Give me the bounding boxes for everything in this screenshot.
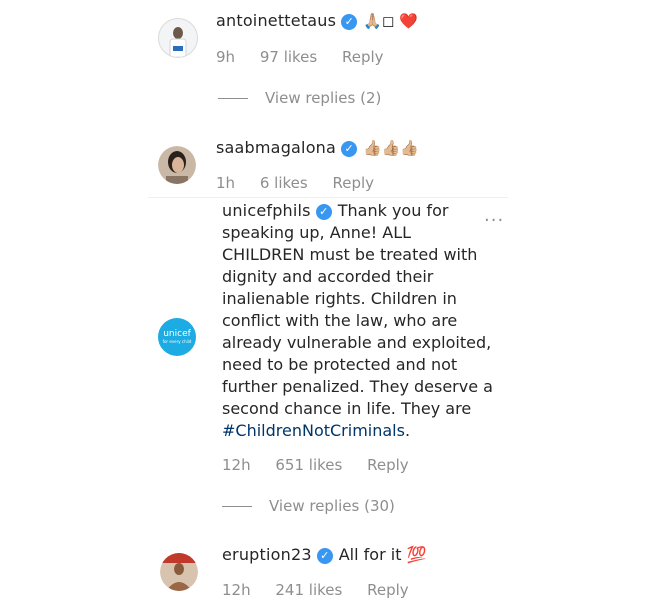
- username[interactable]: eruption23: [222, 545, 312, 564]
- like-count[interactable]: 97 likes: [260, 48, 317, 66]
- unicef-tagline: for every child: [162, 339, 192, 344]
- reply-button[interactable]: Reply: [367, 581, 409, 599]
- avatar[interactable]: [158, 18, 198, 58]
- hashtag-suffix: .: [404, 421, 411, 440]
- username[interactable]: antoinettetaus: [216, 11, 336, 30]
- comment-text-line: conflict with the law, who are: [222, 311, 458, 330]
- reply-button[interactable]: Reply: [332, 174, 374, 192]
- like-count[interactable]: 241 likes: [275, 581, 342, 599]
- comment-text-line: dignity and accorded their: [222, 267, 434, 286]
- like-count[interactable]: 651 likes: [275, 456, 342, 474]
- username[interactable]: saabmagalona: [216, 138, 336, 157]
- reply-button[interactable]: Reply: [342, 48, 384, 66]
- comment-text-line: speaking up, Anne! ALL: [222, 223, 412, 242]
- avatar-image-icon: [160, 553, 198, 591]
- verified-badge-icon: ✓: [316, 548, 333, 564]
- avatar[interactable]: [158, 146, 196, 184]
- comment-time: 12h: [222, 581, 251, 599]
- avatar-image-icon: [158, 146, 196, 184]
- comment-time: 1h: [216, 174, 236, 192]
- hashtag-link[interactable]: #ChildrenNotCriminals: [222, 421, 405, 440]
- view-replies-label: View replies (2): [265, 89, 382, 107]
- view-replies-label: View replies (30): [269, 497, 395, 515]
- comment-text: 🙏🏼◻ ❤️: [363, 12, 418, 30]
- comment-text-line: inalienable rights. Children in: [222, 289, 457, 308]
- comment-time: 12h: [222, 456, 251, 474]
- comment-text-line: further penalized. They deserve a: [222, 377, 493, 396]
- avatar[interactable]: [160, 553, 198, 591]
- view-replies-button[interactable]: View replies (30): [222, 497, 395, 515]
- comment-text-line: Thank you for: [337, 201, 449, 220]
- like-count[interactable]: 6 likes: [260, 174, 308, 192]
- avatar-image-icon: [159, 19, 197, 57]
- view-replies-line: [218, 97, 248, 99]
- reply-button[interactable]: Reply: [367, 456, 409, 474]
- verified-badge-icon: ✓: [341, 141, 358, 157]
- more-options-icon[interactable]: ...: [484, 205, 504, 226]
- comment-time: 9h: [216, 48, 236, 66]
- verified-badge-icon: ✓: [315, 204, 332, 220]
- comment-text: 👍🏼👍🏼👍🏼: [363, 139, 420, 157]
- comment-text: All for it 💯: [338, 545, 427, 564]
- comment-text-line: second chance in life. They are: [222, 399, 472, 418]
- view-replies-button[interactable]: View replies (2): [218, 89, 381, 107]
- unicef-logo-text: unicef: [163, 329, 191, 339]
- comment-text-line: CHILDREN must be treated with: [222, 245, 478, 264]
- divider: [148, 197, 508, 198]
- verified-badge-icon: ✓: [341, 14, 358, 30]
- comment-text-line: already vulnerable and exploited,: [222, 333, 492, 352]
- username[interactable]: unicefphils: [222, 201, 311, 220]
- avatar[interactable]: unicef for every child: [158, 318, 196, 356]
- comment-text-line: need to be protected and not: [222, 355, 458, 374]
- view-replies-line: [222, 505, 252, 507]
